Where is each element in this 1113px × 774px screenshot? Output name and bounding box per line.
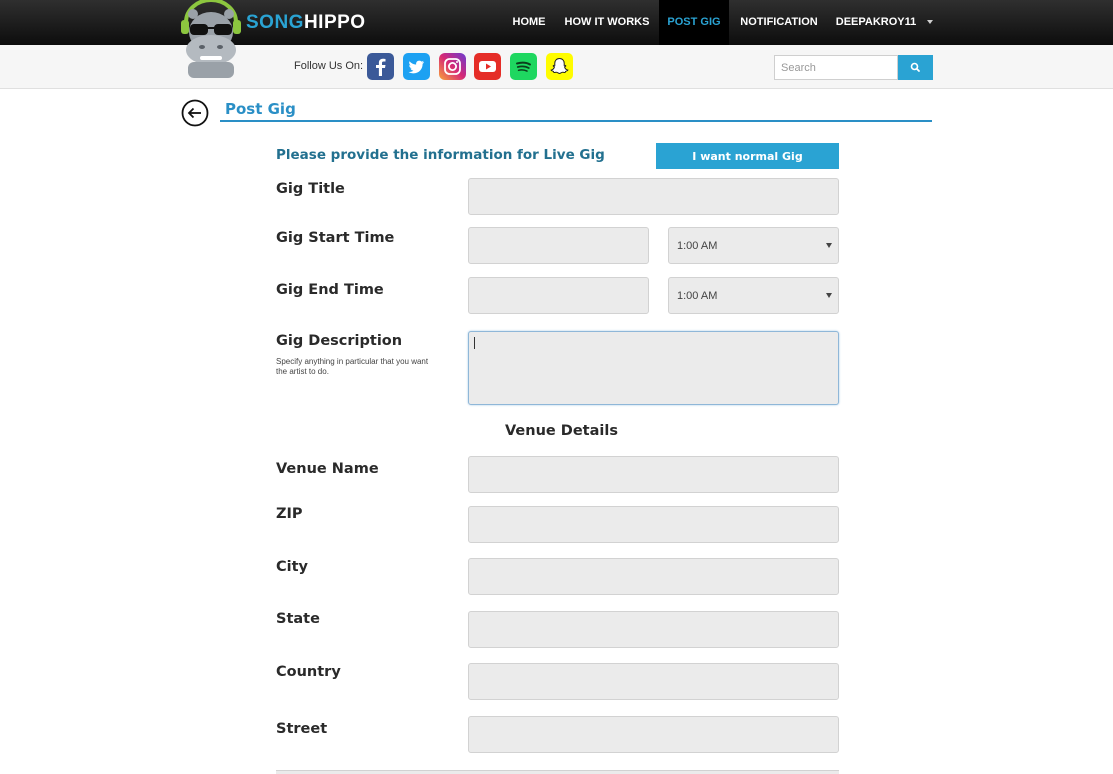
search-icon [910,62,920,72]
arrow-left-icon [181,99,209,127]
follow-us-label: Follow Us On: [294,60,364,72]
snapchat-icon[interactable] [546,53,573,80]
nav-how-it-works[interactable]: HOW IT WORKS [558,0,656,45]
page-title: Post Gig [225,100,296,118]
top-navbar: SONGHIPPO HOME HOW IT WORKS POST GIG NOT… [0,0,1113,45]
instagram-icon[interactable] [439,53,466,80]
gig-description-textarea[interactable] [468,331,839,405]
gig-title-label: Gig Title [276,181,345,197]
nav-post-gig[interactable]: POST GIG [659,0,729,45]
social-bar: Follow Us On: [0,45,1113,89]
main-nav: HOME HOW IT WORKS POST GIG NOTIFICATION … [0,0,1113,45]
search-input[interactable] [774,55,898,80]
normal-gig-button[interactable]: I want normal Gig [656,143,839,169]
zip-label: ZIP [276,506,303,522]
facebook-icon[interactable] [367,53,394,80]
dropdown-arrow-icon [826,243,832,248]
city-label: City [276,559,308,575]
nav-user-menu[interactable]: DEEPAKROY11 [830,0,922,45]
user-menu-caret-icon[interactable] [927,20,933,24]
dropdown-arrow-icon [826,293,832,298]
city-input[interactable] [468,558,839,595]
venue-name-input[interactable] [468,456,839,493]
gig-start-date-input[interactable] [468,227,649,264]
nav-notification[interactable]: NOTIFICATION [733,0,825,45]
start-time-value: 1:00 AM [677,240,718,252]
songhippo-logo[interactable] [178,0,244,80]
gig-description-label: Gig Description [276,333,403,349]
venue-name-label: Venue Name [276,461,379,477]
venue-details-heading: Venue Details [505,423,618,439]
live-gig-info: Please provide the information for Live … [276,147,605,163]
street-label: Street [276,721,328,737]
gig-end-date-input[interactable] [468,277,649,314]
gig-end-time-label: Gig End Time [276,282,384,298]
gig-description-hint: Specify anything in particular that you … [276,357,429,376]
text-cursor [474,337,475,349]
search-button[interactable] [898,55,933,80]
country-input[interactable] [468,663,839,700]
twitter-icon[interactable] [403,53,430,80]
end-time-value: 1:00 AM [677,290,718,302]
gig-title-input[interactable] [468,178,839,215]
youtube-icon[interactable] [474,53,501,80]
gig-end-time-select[interactable]: 1:00 AM [668,277,839,314]
title-underline [220,120,932,122]
back-button[interactable] [181,99,209,127]
gig-start-time-select[interactable]: 1:00 AM [668,227,839,264]
street-input[interactable] [468,716,839,753]
gig-start-time-label: Gig Start Time [276,230,395,246]
state-label: State [276,611,320,627]
spotify-icon[interactable] [510,53,537,80]
zip-input[interactable] [468,506,839,543]
nav-home[interactable]: HOME [502,0,556,45]
country-label: Country [276,664,341,680]
next-field-edge [276,770,839,774]
state-input[interactable] [468,611,839,648]
